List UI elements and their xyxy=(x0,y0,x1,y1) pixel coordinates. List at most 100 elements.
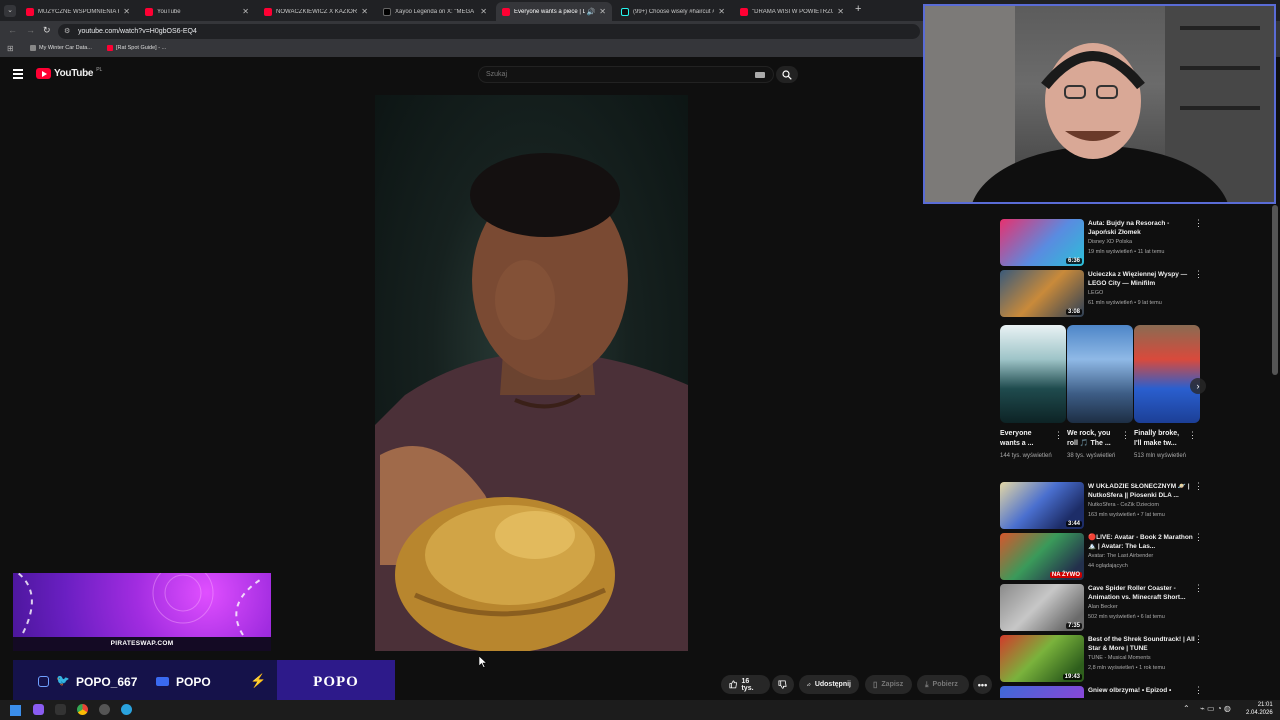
video-thumbnail[interactable] xyxy=(1000,686,1084,698)
shelf-next-chevron-icon[interactable]: › xyxy=(1190,378,1206,394)
video-title[interactable]: Cave Spider Roller Coaster - Animation v… xyxy=(1088,584,1198,602)
tab-1[interactable]: YouTube ✕ xyxy=(139,2,255,21)
more-options-icon[interactable]: ⋮ xyxy=(1121,430,1130,441)
channel-name[interactable]: TUNE - Musical Moments xyxy=(1088,655,1151,661)
more-options-icon[interactable]: ⋮ xyxy=(1188,430,1197,441)
telegram-icon[interactable] xyxy=(121,704,132,715)
short-thumbnail[interactable] xyxy=(1000,325,1066,423)
duration-badge: 19:43 xyxy=(1062,674,1082,680)
short-item[interactable]: Everyone wants a ... 144 tys. wyświetleń… xyxy=(1000,325,1066,461)
close-tab-icon[interactable]: ✕ xyxy=(837,7,844,16)
new-tab-button[interactable]: + xyxy=(855,3,861,15)
dislike-button[interactable] xyxy=(772,675,794,694)
download-icon: ⤓ xyxy=(925,679,929,689)
more-actions-button[interactable]: ••• xyxy=(973,675,992,694)
short-item[interactable]: Finally broke, I'll make tw... 513 mln w… xyxy=(1134,325,1200,461)
bookmark-item[interactable]: [Rat Spot Guide] - ... xyxy=(107,45,166,51)
tab-2[interactable]: NOWACZKIEWICZ X KAZIOR - ✕ xyxy=(258,2,374,21)
youtube-logo[interactable]: YouTube PL xyxy=(36,67,102,79)
video-title[interactable]: Ucieczka z Więziennej Wyspy — LEGO City … xyxy=(1088,270,1198,288)
video-title[interactable]: W UKŁADZIE SŁONECZNYM 🪐 | NutkoSfera || … xyxy=(1088,482,1198,500)
video-thumbnail[interactable]: 3:08 xyxy=(1000,270,1084,317)
short-item[interactable]: We rock, you roll 🎵 The ... 38 tys. wyśw… xyxy=(1067,325,1133,461)
close-tab-icon[interactable]: ✕ xyxy=(599,7,606,16)
youtube-icon xyxy=(145,7,153,16)
download-button[interactable]: ⤓ Pobierz xyxy=(917,675,969,694)
video-thumbnail[interactable]: 19:43 xyxy=(1000,635,1084,682)
search-input[interactable]: Szukaj xyxy=(478,66,774,83)
channel-name[interactable]: Alan Becker xyxy=(1088,604,1118,610)
more-options-icon[interactable]: ⋮ xyxy=(1054,430,1063,441)
more-options-icon[interactable]: ⋮ xyxy=(1194,635,1203,644)
tray-app-icons[interactable]: ⌁ ▭ ◔ ◍ xyxy=(1200,704,1231,713)
url-text: youtube.com/watch?v=H0gbOS6-EQ4 xyxy=(78,28,197,35)
reload-icon[interactable]: ↻ xyxy=(43,25,51,36)
short-title[interactable]: We rock, you roll 🎵 The ... xyxy=(1067,429,1119,449)
short-views: 513 mln wyświetleń xyxy=(1134,453,1187,459)
close-tab-icon[interactable]: ✕ xyxy=(242,7,249,16)
short-title[interactable]: Finally broke, I'll make tw... xyxy=(1134,429,1186,449)
video-thumbnail[interactable]: NA ŻYWO xyxy=(1000,533,1084,580)
address-bar[interactable]: ⚙ youtube.com/watch?v=H0gbOS6-EQ4 xyxy=(58,24,920,39)
video-thumbnail[interactable]: 7:35 xyxy=(1000,584,1084,631)
page-scrollbar[interactable] xyxy=(1272,205,1278,375)
social-handles-bar: 🐦 POPO_667 POPO ⚡ xyxy=(13,660,277,704)
close-tab-icon[interactable]: ✕ xyxy=(361,7,368,16)
close-tab-icon[interactable]: ✕ xyxy=(123,7,130,16)
tab-5[interactable]: (99+) Choose wisely #haircut # ✕ xyxy=(615,2,731,21)
menu-hamburger-icon[interactable] xyxy=(13,69,23,79)
tab-6[interactable]: "DRAMA WISI W POWIETRZU" ✕ xyxy=(734,2,850,21)
search-button[interactable] xyxy=(776,66,798,83)
more-options-icon[interactable]: ⋮ xyxy=(1194,219,1203,228)
tab-search-button[interactable]: ⌄ xyxy=(4,5,16,17)
more-options-icon[interactable]: ⋮ xyxy=(1194,270,1203,279)
windows-start-icon[interactable] xyxy=(10,705,21,716)
video-thumbnail[interactable]: 6:36 xyxy=(1000,219,1084,266)
more-options-icon[interactable]: ⋮ xyxy=(1194,686,1203,695)
site-info-icon[interactable]: ⚙ xyxy=(64,27,70,35)
more-options-icon[interactable]: ⋮ xyxy=(1194,584,1203,593)
tab-4-active[interactable]: Everyone wants a piece | LE 🔊 ✕ xyxy=(496,2,612,21)
youtube-icon xyxy=(156,677,169,686)
close-tab-icon[interactable]: ✕ xyxy=(718,7,725,16)
video-title[interactable]: Gniew olbrzyma! • Epizod • xyxy=(1088,686,1198,695)
tray-chevron-icon[interactable]: ⌃ xyxy=(1183,704,1190,713)
save-label: Zapisz xyxy=(881,681,904,688)
speaker-icon[interactable]: 🔊 xyxy=(587,8,596,16)
short-thumbnail[interactable] xyxy=(1067,325,1133,423)
video-meta: 19 mln wyświetleń • 11 lat temu xyxy=(1088,249,1165,255)
video-meta: 502 mln wyświetleń • 6 lat temu xyxy=(1088,614,1165,620)
like-button[interactable]: 16 tys. xyxy=(721,675,770,694)
bookmark-item[interactable]: My Winter Car Data... xyxy=(30,45,92,51)
taskbar-app-icon[interactable] xyxy=(99,704,110,715)
apps-grid-icon[interactable]: ⊞ xyxy=(7,44,14,53)
channel-name[interactable]: Avatar: The Last Airbender xyxy=(1088,553,1153,559)
taskbar-app-icon[interactable] xyxy=(55,704,66,715)
channel-name[interactable]: Disney XD Polska xyxy=(1088,239,1132,245)
more-options-icon[interactable]: ⋮ xyxy=(1194,482,1203,491)
video-title[interactable]: Best of the Shrek Soundtrack! | All Star… xyxy=(1088,635,1198,653)
short-title[interactable]: Everyone wants a ... xyxy=(1000,429,1052,449)
system-clock[interactable]: 21:01 2.04.2026 xyxy=(1246,701,1273,717)
bookmark-favicon-icon xyxy=(30,45,36,51)
video-title[interactable]: 🔴LIVE: Avatar - Book 2 Marathon 🏔️ | Ava… xyxy=(1088,533,1198,551)
search-icon xyxy=(782,69,792,80)
tab-0[interactable]: MUZYCZNE WSPOMNIENIA KL ✕ xyxy=(20,2,136,21)
recommendation-item[interactable]: Gniew olbrzyma! • Epizod • ⋮ xyxy=(1000,686,1205,698)
taskbar-app-icon[interactable] xyxy=(33,704,44,715)
more-options-icon[interactable]: ⋮ xyxy=(1194,533,1203,542)
short-thumbnail[interactable] xyxy=(1134,325,1200,423)
share-button[interactable]: Udostępnij xyxy=(799,675,859,694)
channel-name[interactable]: NutkoSfera - CeZik Dzieciom xyxy=(1088,502,1159,508)
forward-icon[interactable]: → xyxy=(26,25,35,35)
tab-3[interactable]: Xayoo Legenda on X: "MEGA ✕ xyxy=(377,2,493,21)
video-player[interactable] xyxy=(375,95,688,651)
video-thumbnail[interactable]: 3:44 xyxy=(1000,482,1084,529)
channel-name[interactable]: LEGO xyxy=(1088,290,1103,296)
chrome-icon[interactable] xyxy=(77,704,88,715)
close-tab-icon[interactable]: ✕ xyxy=(480,7,487,16)
save-button[interactable]: ▯ Zapisz xyxy=(865,675,912,694)
keyboard-icon[interactable] xyxy=(755,72,765,78)
video-title[interactable]: Auta: Bujdy na Resorach - Japoński Złome… xyxy=(1088,219,1198,237)
back-icon[interactable]: ← xyxy=(8,25,17,35)
